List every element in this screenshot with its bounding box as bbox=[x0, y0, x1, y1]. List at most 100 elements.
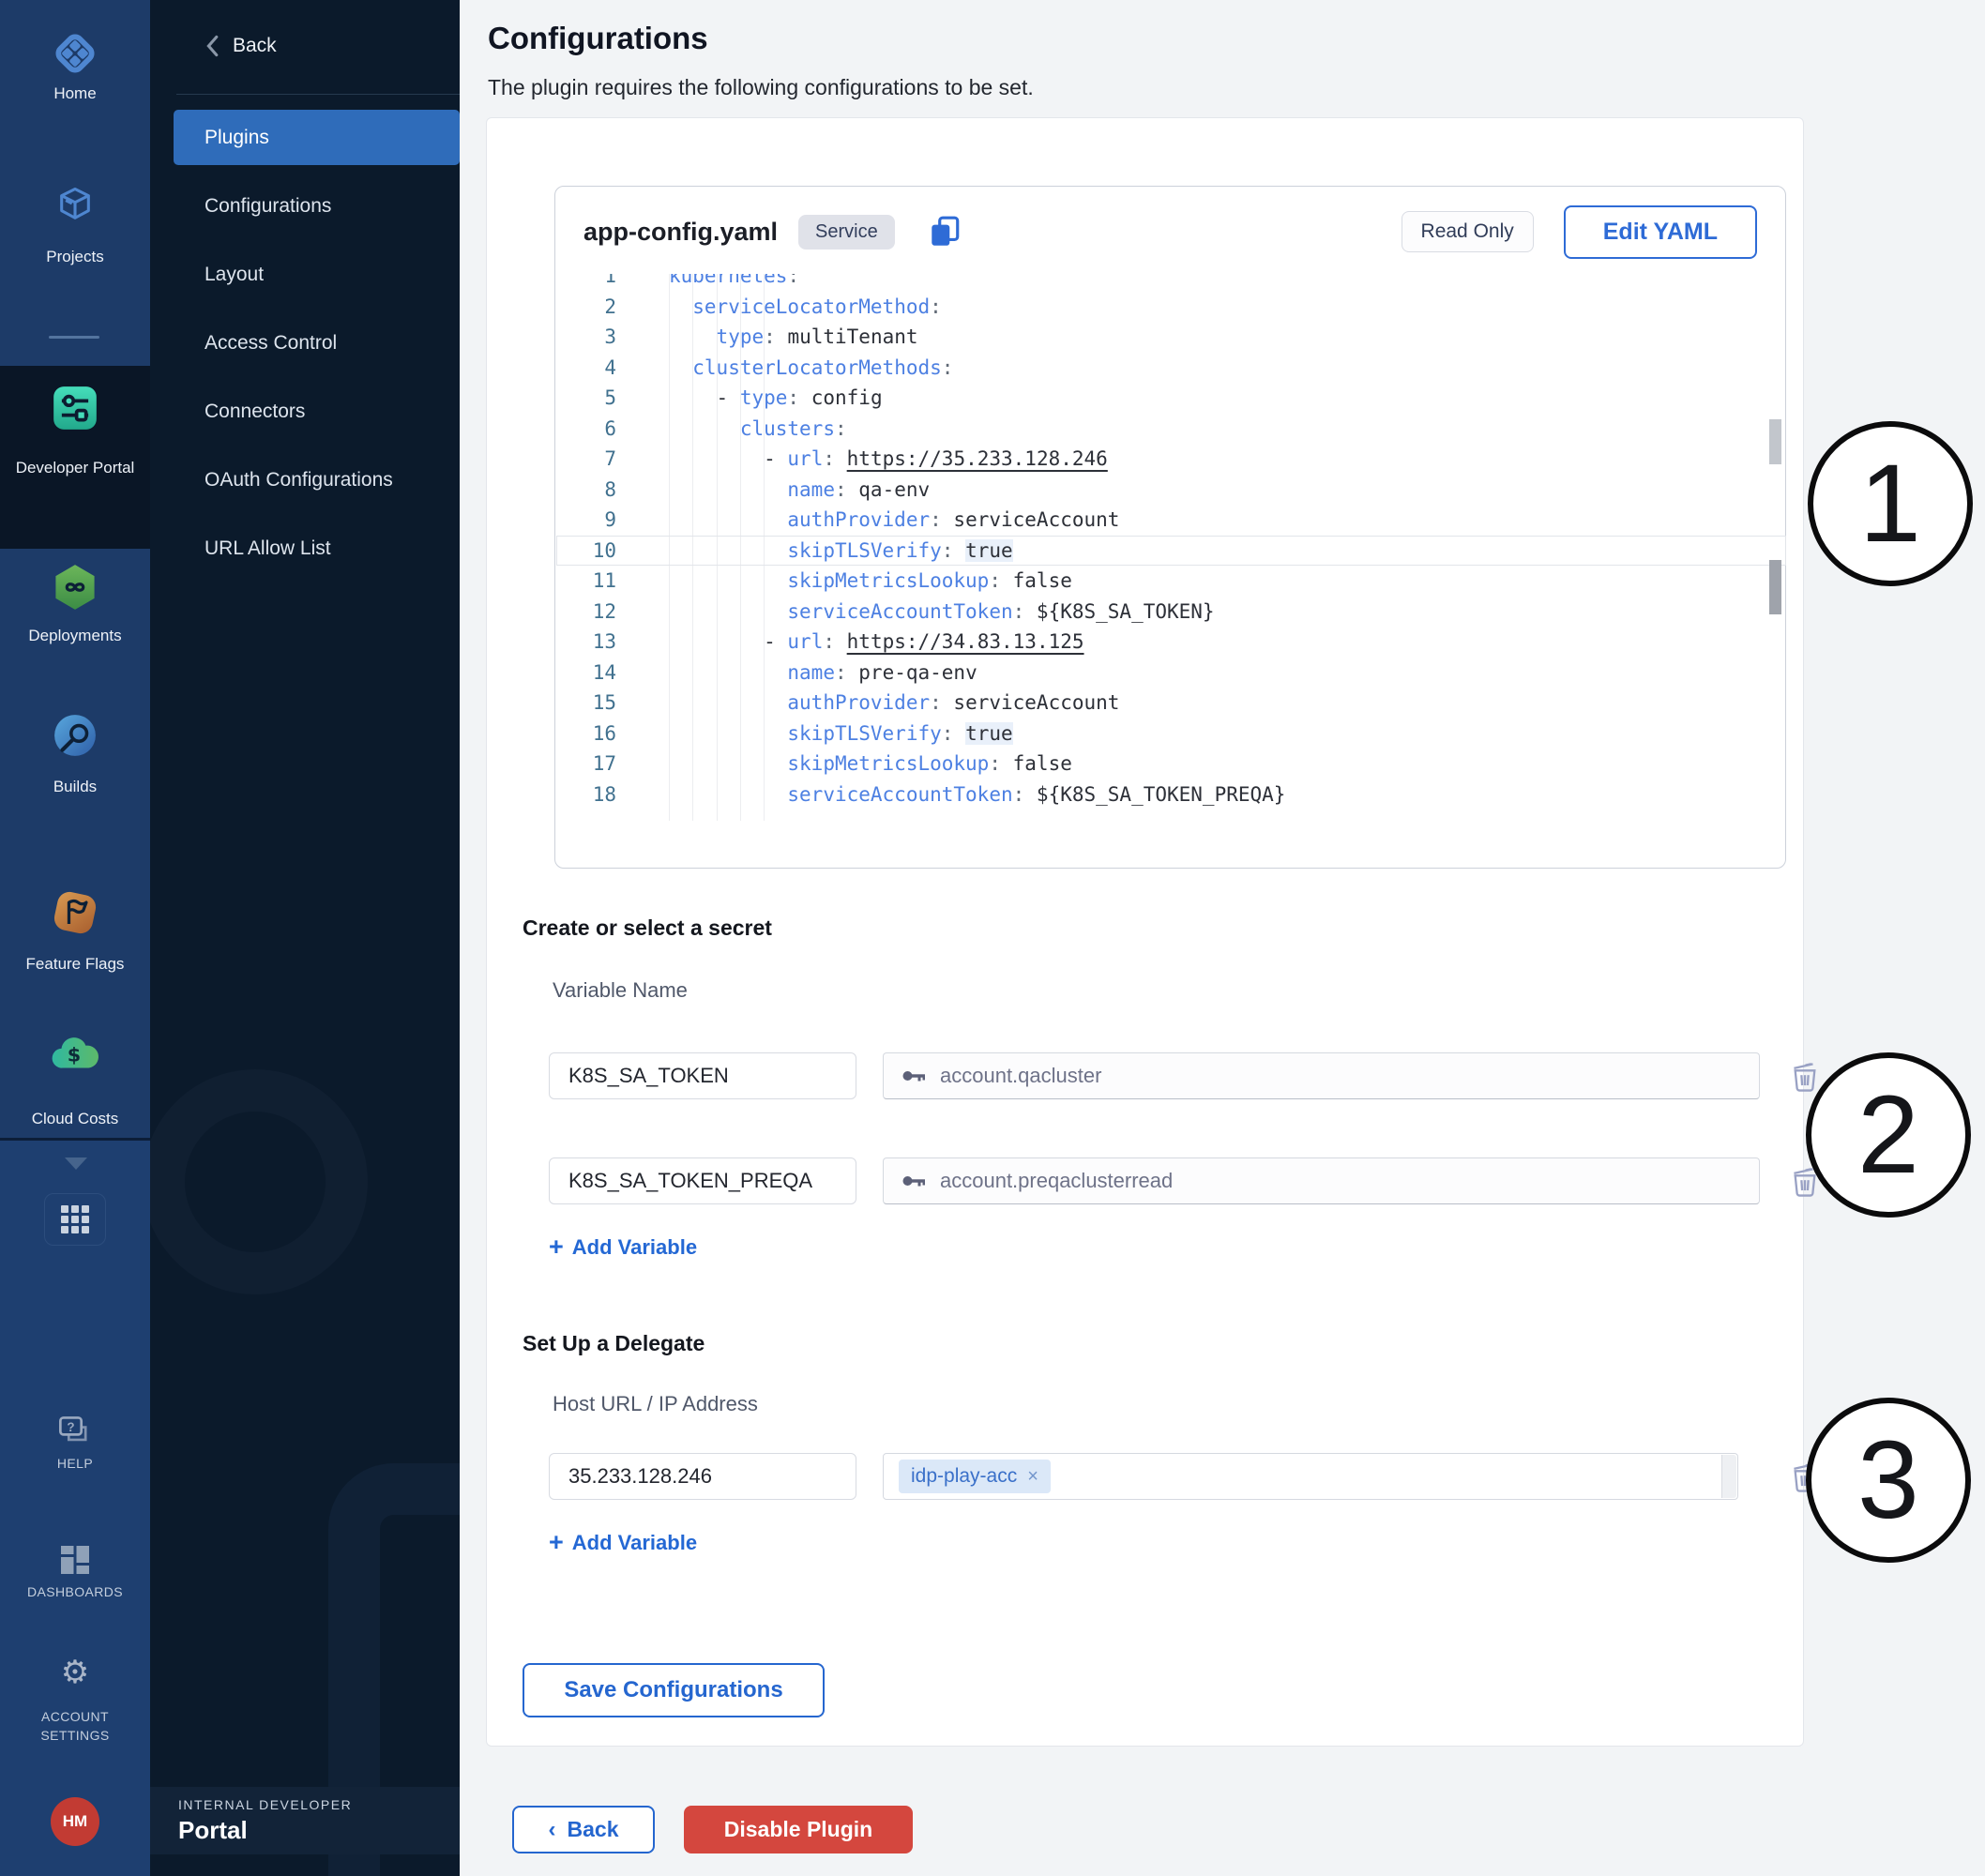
code-line-12: 12serviceAccountToken: ${K8S_SA_TOKEN} bbox=[556, 597, 1786, 628]
secondary-nav-item-oauth-configurations[interactable]: OAuth Configurations bbox=[174, 452, 460, 507]
chevron-left-icon bbox=[205, 35, 220, 57]
secret-selector[interactable]: account.qacluster bbox=[883, 1052, 1760, 1099]
secondary-nav-item-plugins[interactable]: Plugins bbox=[174, 110, 460, 165]
product-title: Portal bbox=[178, 1816, 460, 1845]
add-variable-link[interactable]: + Add Variable bbox=[549, 1234, 697, 1260]
builds-circle-icon[interactable] bbox=[53, 713, 98, 758]
sidebar-item-account-settings[interactable]: ACCOUNT SETTINGS bbox=[0, 1707, 150, 1745]
secondary-nav-item-configurations[interactable]: Configurations bbox=[174, 178, 460, 234]
annotation-circle-1: 1 bbox=[1808, 421, 1973, 586]
delegate-tags-field[interactable]: idp-play-acc× bbox=[883, 1453, 1738, 1500]
scrollbar-decoration bbox=[1769, 560, 1781, 614]
dashboard-grid-icon[interactable] bbox=[58, 1543, 92, 1577]
sliders-icon[interactable] bbox=[52, 385, 98, 431]
sidebar-item-home[interactable]: Home bbox=[0, 84, 150, 103]
chat-question-icon[interactable]: ? bbox=[57, 1415, 93, 1448]
primary-sidebar: Home Projects Developer Portal bbox=[0, 0, 150, 1876]
remove-tag-icon[interactable]: × bbox=[1027, 1466, 1038, 1488]
cube-icon[interactable] bbox=[54, 184, 96, 225]
code-line-18: 18serviceAccountToken: ${K8S_SA_TOKEN_PR… bbox=[556, 779, 1786, 810]
chevron-left-icon: ‹ bbox=[549, 1817, 556, 1843]
code-line-8: 8name: qa-env bbox=[556, 475, 1786, 506]
product-footer: INTERNAL DEVELOPER Portal bbox=[150, 1787, 460, 1854]
copy-icon[interactable] bbox=[927, 214, 962, 250]
scrollbar-thumb[interactable] bbox=[1769, 419, 1781, 464]
add-delegate-variable-link[interactable]: + Add Variable bbox=[549, 1530, 697, 1555]
yaml-filename: app-config.yaml bbox=[583, 218, 778, 247]
annotation-circle-2: 2 bbox=[1806, 1052, 1971, 1218]
sidebar-item-dashboards[interactable]: DASHBOARDS bbox=[0, 1584, 150, 1599]
disable-plugin-button[interactable]: Disable Plugin bbox=[684, 1806, 913, 1853]
code-line-7: 7- url: https://35.233.128.246 bbox=[556, 444, 1786, 475]
variable-row: account.qacluster bbox=[549, 1052, 1843, 1099]
svg-text:?: ? bbox=[67, 1420, 74, 1434]
tag-field-strip bbox=[1721, 1455, 1736, 1498]
back-button[interactable]: ‹ Back bbox=[512, 1806, 655, 1853]
secondary-nav-item-layout[interactable]: Layout bbox=[174, 247, 460, 302]
module-picker-button[interactable] bbox=[44, 1193, 106, 1246]
cloud-dollar-icon[interactable]: $ bbox=[49, 1030, 101, 1077]
sidebar-item-feature-flags[interactable]: Feature Flags bbox=[0, 955, 150, 974]
host-url-input[interactable] bbox=[549, 1453, 856, 1500]
delete-variable-button[interactable] bbox=[1789, 1061, 1821, 1095]
code-line-15: 15authProvider: serviceAccount bbox=[556, 688, 1786, 719]
plus-icon: + bbox=[549, 1530, 564, 1555]
sidebar-item-help[interactable]: HELP bbox=[0, 1456, 150, 1471]
code-line-2: 2serviceLocatorMethod: bbox=[556, 292, 1786, 323]
sidebar-item-deployments[interactable]: Deployments bbox=[0, 627, 150, 645]
variable-row: account.preqaclusterread bbox=[549, 1157, 1843, 1204]
yaml-editor-header: app-config.yaml Service Read Only Edit Y… bbox=[555, 187, 1785, 277]
key-icon bbox=[901, 1169, 929, 1193]
nav-divider bbox=[176, 94, 460, 95]
delegate-heading: Set Up a Delegate bbox=[523, 1331, 705, 1356]
sidebar-item-cloud-costs[interactable]: Cloud Costs bbox=[0, 1110, 150, 1128]
host-url-label: Host URL / IP Address bbox=[553, 1392, 758, 1416]
product-kicker: INTERNAL DEVELOPER bbox=[178, 1797, 460, 1812]
yaml-editor-card: app-config.yaml Service Read Only Edit Y… bbox=[554, 186, 1786, 869]
sidebar-item-builds[interactable]: Builds bbox=[0, 778, 150, 796]
code-line-17: 17skipMetricsLookup: false bbox=[556, 749, 1786, 779]
code-line-10: 10skipTLSVerify: true bbox=[556, 536, 1786, 567]
code-line-5: 5- type: config bbox=[556, 383, 1786, 414]
svg-text:$: $ bbox=[68, 1043, 81, 1066]
save-configurations-button[interactable]: Save Configurations bbox=[523, 1663, 825, 1717]
code-line-6: 6clusters: bbox=[556, 414, 1786, 445]
back-nav-label: Back bbox=[233, 35, 277, 57]
chevron-down-icon[interactable] bbox=[65, 1157, 87, 1170]
secondary-nav-item-url-allow-list[interactable]: URL Allow List bbox=[174, 521, 460, 576]
plus-icon: + bbox=[549, 1234, 564, 1260]
sidebar-item-developer-portal[interactable]: Developer Portal bbox=[0, 456, 150, 480]
code-line-11: 11skipMetricsLookup: false bbox=[556, 566, 1786, 597]
code-line-14: 14name: pre-qa-env bbox=[556, 658, 1786, 688]
code-line-9: 9authProvider: serviceAccount bbox=[556, 505, 1786, 536]
apps-grid-icon bbox=[61, 1205, 89, 1233]
delegate-tag-chip[interactable]: idp-play-acc× bbox=[899, 1460, 1051, 1493]
variable-name-input[interactable] bbox=[549, 1052, 856, 1099]
secondary-nav-item-connectors[interactable]: Connectors bbox=[174, 384, 460, 439]
sidebar-collapse-dash bbox=[49, 336, 99, 339]
key-icon bbox=[901, 1064, 929, 1088]
delegate-row: idp-play-acc× bbox=[549, 1453, 1843, 1500]
page-subtitle: The plugin requires the following config… bbox=[488, 75, 1034, 100]
edit-yaml-button[interactable]: Edit YAML bbox=[1564, 205, 1757, 259]
service-badge: Service bbox=[798, 215, 895, 250]
flag-icon[interactable] bbox=[52, 889, 98, 936]
read-only-badge: Read Only bbox=[1402, 211, 1534, 252]
code-line-16: 16skipTLSVerify: true bbox=[556, 719, 1786, 749]
deployments-hexagon-icon[interactable] bbox=[51, 563, 99, 612]
sidebar-item-projects[interactable]: Projects bbox=[0, 248, 150, 266]
back-nav[interactable]: Back bbox=[150, 24, 460, 68]
variable-name-label: Variable Name bbox=[553, 978, 688, 1003]
variable-name-input[interactable] bbox=[549, 1157, 856, 1204]
yaml-code-viewport[interactable]: 1kubernetes:2serviceLocatorMethod:3type:… bbox=[556, 274, 1786, 868]
gear-icon[interactable]: ⚙ bbox=[61, 1657, 89, 1688]
annotation-circle-3: 3 bbox=[1806, 1398, 1971, 1563]
code-line-1: 1kubernetes: bbox=[556, 274, 1786, 292]
secret-selector[interactable]: account.preqaclusterread bbox=[883, 1157, 1760, 1204]
secondary-nav-item-access-control[interactable]: Access Control bbox=[174, 315, 460, 371]
secrets-heading: Create or select a secret bbox=[523, 915, 772, 941]
yaml-code-lines: 1kubernetes:2serviceLocatorMethod:3type:… bbox=[556, 274, 1786, 809]
harness-logo-icon[interactable] bbox=[53, 32, 97, 75]
user-avatar[interactable]: HM bbox=[51, 1797, 99, 1846]
configurations-card: app-config.yaml Service Read Only Edit Y… bbox=[486, 117, 1804, 1747]
